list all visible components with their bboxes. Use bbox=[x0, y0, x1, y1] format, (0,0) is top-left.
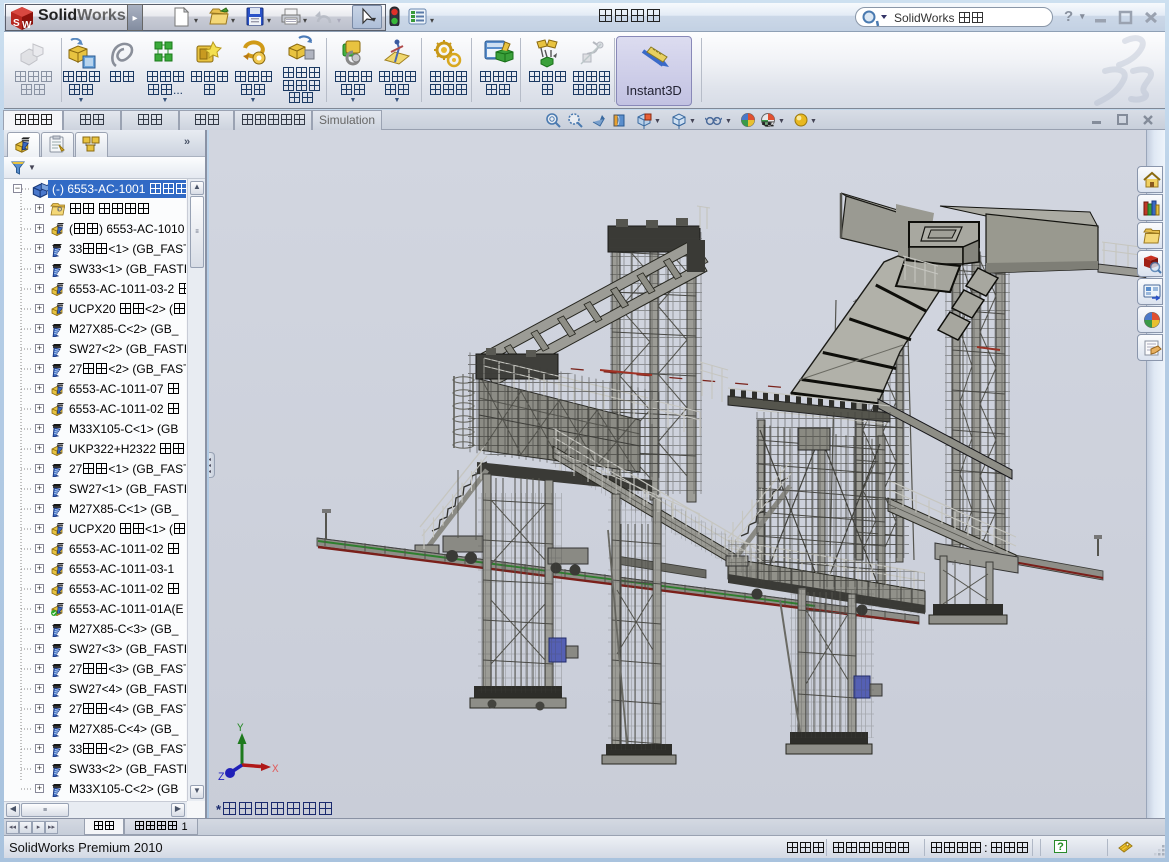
svg-text:Y: Y bbox=[237, 723, 244, 735]
svg-text:W: W bbox=[22, 20, 32, 31]
svg-text:X: X bbox=[272, 764, 279, 776]
svg-text:Z: Z bbox=[218, 772, 225, 782]
svg-text:S: S bbox=[13, 18, 20, 29]
